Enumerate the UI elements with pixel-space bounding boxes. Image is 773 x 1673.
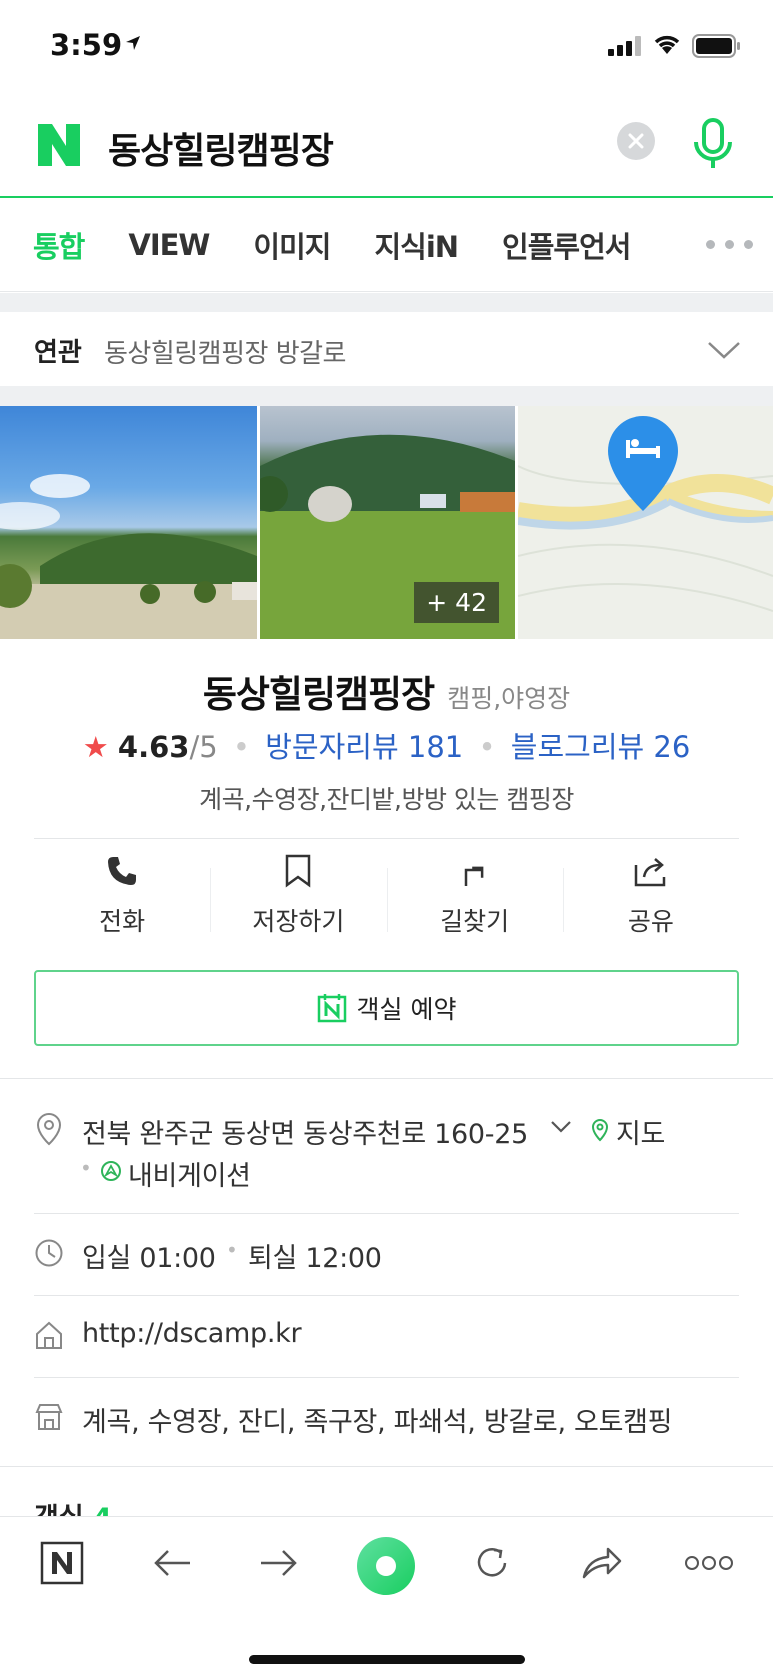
green-dot-button[interactable]: [357, 1537, 415, 1595]
directions-button[interactable]: 길찾기: [386, 852, 563, 944]
wifi-icon: [654, 35, 680, 54]
search-header: 동상힐링캠핑장: [0, 92, 773, 198]
website-link[interactable]: http://dscamp.kr: [82, 1318, 302, 1349]
checkout-time: 퇴실 12:00: [248, 1243, 382, 1274]
back-arrow-icon[interactable]: [152, 1547, 192, 1579]
place-photo[interactable]: [0, 406, 257, 639]
status-bar: 3:59: [0, 0, 773, 92]
visitor-reviews-link[interactable]: 방문자리뷰 181: [265, 730, 463, 764]
tab-images[interactable]: 이미지: [253, 224, 331, 266]
share-arrow-icon[interactable]: [580, 1543, 624, 1583]
naver-booking-icon: [317, 994, 346, 1023]
navigation-icon: [101, 1161, 121, 1181]
divider: [0, 1466, 773, 1467]
facilities-text: 계곡, 수영장, 잔디, 족구장, 파쇄석, 방갈로, 오토캠핑: [82, 1407, 673, 1438]
forward-arrow-icon[interactable]: [259, 1547, 299, 1579]
phone-icon: [108, 857, 137, 885]
tab-influencer[interactable]: 인플루언서: [502, 224, 631, 266]
call-label: 전화: [99, 907, 146, 936]
cellular-signal-icon: [608, 36, 641, 56]
place-description: 계곡,수영장,잔디밭,방방 있는 캠핑장: [199, 785, 574, 814]
tab-kin[interactable]: 지식iN: [374, 224, 459, 266]
hours-row: 입실 01:00 • 퇴실 12:00: [34, 1236, 739, 1276]
divider: [34, 1377, 739, 1378]
room-reservation-label: 객실 예약: [356, 995, 457, 1024]
more-options-icon[interactable]: [685, 1555, 733, 1571]
save-button[interactable]: 저장하기: [210, 852, 386, 944]
rating-score: 4.63: [117, 730, 190, 764]
chevron-down-icon[interactable]: [550, 1120, 572, 1134]
place-name[interactable]: 동상힐링캠핑장: [203, 673, 435, 716]
voice-search-icon[interactable]: [692, 118, 734, 172]
search-input[interactable]: 동상힐링캠핑장: [108, 122, 334, 174]
chevron-down-icon[interactable]: [707, 340, 741, 360]
share-button[interactable]: 공유: [562, 852, 739, 944]
home-indicator: [249, 1655, 525, 1664]
naver-home-icon[interactable]: [40, 1541, 84, 1585]
divider: [34, 1213, 739, 1214]
battery-icon: [692, 34, 740, 58]
related-keyword[interactable]: 동상힐링캠핑장 방갈로: [104, 333, 346, 370]
map-link[interactable]: 지도: [616, 1112, 665, 1151]
search-tabs: 통합 VIEW 이미지 지식iN 인플루언서: [0, 198, 773, 292]
navigation-link[interactable]: 내비게이션: [128, 1154, 251, 1193]
call-button[interactable]: 전화: [34, 852, 210, 944]
address-row: 전북 완주군 동상면 동상주천로 160-25 지도 • 내비게이션: [34, 1110, 739, 1193]
divider: [34, 1295, 739, 1296]
mountain-photo-graphic: [0, 474, 257, 639]
place-photo[interactable]: + 42: [260, 406, 515, 639]
photo-count-badge[interactable]: + 42: [414, 582, 499, 623]
facilities-row: 계곡, 수영장, 잔디, 족구장, 파쇄석, 방갈로, 오토캠핑: [34, 1400, 739, 1440]
related-label: 연관: [34, 338, 82, 368]
star-icon: ★: [82, 730, 109, 764]
photo-strip: + 42: [0, 406, 773, 639]
directions-label: 길찾기: [440, 907, 510, 936]
status-time: 3:59: [50, 28, 123, 62]
rating-max: /5: [189, 730, 218, 764]
place-actions: 전화 저장하기 길찾기 공유: [34, 852, 739, 944]
close-icon: [628, 133, 644, 149]
separator-dot: •: [226, 1238, 238, 1262]
room-reservation-button[interactable]: 객실 예약: [34, 970, 739, 1046]
share-label: 공유: [627, 907, 674, 936]
location-arrow-icon: [126, 36, 140, 50]
section-divider: [0, 386, 773, 406]
checkin-time: 입실 01:00: [82, 1243, 216, 1274]
directions-icon: [464, 866, 483, 886]
map-pin-icon: [591, 1118, 609, 1142]
divider: [0, 1078, 773, 1079]
green-dot-icon: [376, 1556, 396, 1576]
website-row: http://dscamp.kr: [34, 1318, 739, 1358]
more-tabs-icon[interactable]: [706, 240, 753, 249]
save-label: 저장하기: [252, 907, 345, 936]
map-graphic: [518, 416, 773, 612]
tab-integrated[interactable]: 통합: [33, 224, 85, 266]
naver-logo-icon[interactable]: [36, 122, 82, 168]
separator-dot: •: [80, 1156, 92, 1180]
address-text: 전북 완주군 동상면 동상주천로 160-25: [82, 1119, 528, 1150]
refresh-icon[interactable]: [472, 1543, 512, 1583]
section-divider: [0, 293, 773, 312]
home-icon: [36, 1321, 62, 1349]
store-icon: [35, 1404, 63, 1430]
separator-dot: •: [478, 730, 496, 764]
bookmark-icon: [286, 854, 311, 888]
place-title: 동상힐링캠핑장 캠핑,야영장: [0, 664, 773, 718]
clock-icon: [35, 1239, 63, 1267]
map-thumbnail[interactable]: [518, 406, 773, 639]
location-pin-icon: [36, 1112, 62, 1146]
blog-reviews-link[interactable]: 블로그리뷰 26: [511, 730, 691, 764]
share-icon: [634, 858, 666, 887]
separator-dot: •: [232, 730, 251, 764]
place-category: 캠핑,야영장: [447, 684, 571, 713]
divider: [34, 838, 739, 839]
related-search[interactable]: 연관 동상힐링캠핑장 방갈로: [0, 312, 773, 386]
place-rating: ★ 4.63/5 • 방문자리뷰 181 • 블로그리뷰 26: [0, 724, 773, 766]
tab-view[interactable]: VIEW: [128, 228, 210, 262]
clear-search-button[interactable]: [617, 122, 655, 160]
browser-toolbar: [0, 1516, 773, 1673]
